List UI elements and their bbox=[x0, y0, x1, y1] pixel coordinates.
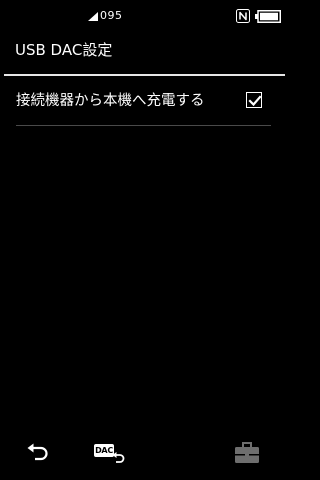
page-title: USB DAC設定 bbox=[15, 41, 113, 59]
row-divider bbox=[16, 125, 271, 126]
back-button[interactable] bbox=[26, 440, 52, 466]
battery-icon bbox=[255, 8, 281, 27]
setting-row-charge-from-device[interactable]: 接続機器から本機へ充電する bbox=[0, 76, 287, 126]
dac-return-icon bbox=[112, 452, 125, 463]
volume-value: 095 bbox=[100, 9, 123, 22]
charge-checkbox[interactable] bbox=[246, 92, 262, 108]
volume-indicator: 095 bbox=[88, 8, 123, 24]
header: USB DAC設定 bbox=[0, 32, 287, 74]
toolbox-button[interactable] bbox=[234, 442, 260, 464]
setting-label: 接続機器から本機へ充電する bbox=[16, 93, 205, 109]
status-bar: 095 bbox=[0, 0, 287, 32]
dac-badge: DAC bbox=[94, 444, 114, 457]
volume-icon bbox=[88, 11, 98, 21]
bottom-bar: DAC bbox=[0, 430, 287, 480]
dac-button[interactable]: DAC bbox=[92, 440, 128, 470]
toolbox-icon bbox=[235, 442, 259, 463]
checkmark-icon bbox=[248, 95, 262, 107]
nfc-icon bbox=[236, 8, 250, 23]
back-icon bbox=[27, 443, 48, 461]
